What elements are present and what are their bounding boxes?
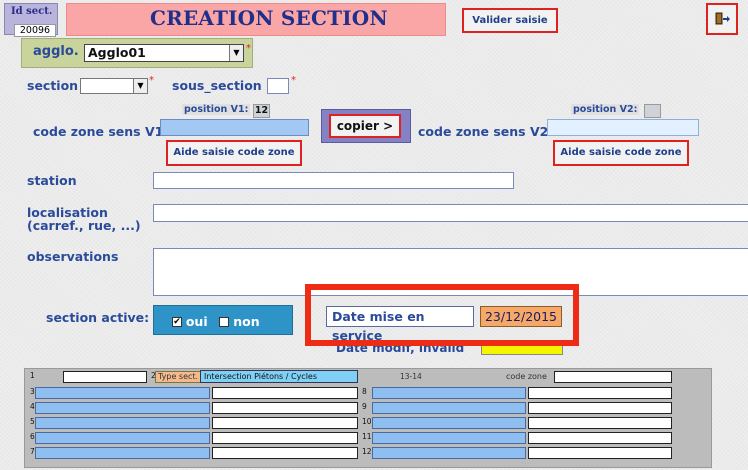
code-zone-v1-input[interactable] <box>160 119 309 136</box>
code-zone-v2-label: code zone sens V2 <box>418 124 549 139</box>
row-number: 8 <box>362 387 367 396</box>
row-white-input[interactable] <box>528 447 672 459</box>
agglo-required-mark: * <box>246 43 251 54</box>
position-v2-value <box>644 104 661 118</box>
code-zone-v2-input[interactable] <box>547 119 699 136</box>
position-v1-value: 12 <box>253 104 270 118</box>
agglo-select[interactable]: Agglo01 ▼ <box>84 44 244 62</box>
row-blue-input[interactable] <box>372 402 526 414</box>
row-blue-input[interactable] <box>35 417 210 429</box>
code-zone-label: code zone <box>506 372 547 381</box>
agglo-select-value: Agglo01 <box>88 45 146 60</box>
code-zone-input[interactable] <box>554 371 672 383</box>
row-blue-input[interactable] <box>35 432 210 444</box>
row-blue-input[interactable] <box>372 432 526 444</box>
copier-button[interactable]: copier > <box>329 114 401 138</box>
localisation-input[interactable] <box>153 204 748 222</box>
row-number: 9 <box>362 402 367 411</box>
range-label: 13-14 <box>400 372 422 381</box>
aide-saisie-v1-button[interactable]: Aide saisie code zone <box>166 140 302 166</box>
sous-section-label: sous_section <box>172 78 262 93</box>
row-blue-input[interactable] <box>35 402 210 414</box>
chevron-down-icon[interactable]: ▼ <box>229 45 243 61</box>
row-white-input[interactable] <box>212 387 358 399</box>
exit-door-icon <box>715 12 730 25</box>
row-white-input[interactable] <box>212 447 358 459</box>
section-required-mark: * <box>149 75 154 86</box>
row-number: 11 <box>362 432 372 441</box>
localisation-sublabel: (carref., rue, ...) <box>27 218 141 233</box>
row-blue-input[interactable] <box>35 387 210 399</box>
observations-label: observations <box>27 249 119 264</box>
field-1-input[interactable] <box>63 371 147 383</box>
exit-button[interactable] <box>706 3 738 35</box>
row-blue-input[interactable] <box>372 447 526 459</box>
row-number: 12 <box>362 447 372 456</box>
id-section-value: 20096 <box>14 24 56 37</box>
oui-label: oui <box>185 314 208 329</box>
type-sect-label: Type sect. <box>155 371 202 383</box>
row-white-input[interactable] <box>528 432 672 444</box>
section-active-panel: ✔ oui non <box>153 305 293 335</box>
aide-saisie-v2-button[interactable]: Aide saisie code zone <box>553 140 689 166</box>
section-select[interactable]: ▼ <box>80 78 148 94</box>
section-label: section <box>27 78 79 93</box>
row-white-input[interactable] <box>528 402 672 414</box>
row-number: 1 <box>30 371 35 380</box>
valider-saisie-button[interactable]: Valider saisie <box>462 8 558 33</box>
page-title: CREATION SECTION <box>150 6 388 30</box>
non-label: non <box>233 314 260 329</box>
row-white-input[interactable] <box>528 417 672 429</box>
row-white-input[interactable] <box>212 417 358 429</box>
agglo-label: agglo. <box>33 44 79 59</box>
row-blue-input[interactable] <box>372 387 526 399</box>
id-section-box: Id sect. 20096 <box>4 3 58 37</box>
row-white-input[interactable] <box>212 432 358 444</box>
id-section-label: Id sect. <box>11 6 53 17</box>
oui-checkbox[interactable]: ✔ <box>172 316 182 327</box>
position-v2-label: position V2: <box>571 104 640 115</box>
type-sect-select[interactable]: Intersection Piétons / Cycles <box>200 370 358 383</box>
sous-section-input[interactable] <box>267 78 289 94</box>
non-checkbox[interactable] <box>219 316 230 327</box>
row-white-input[interactable] <box>212 402 358 414</box>
row-white-input[interactable] <box>528 387 672 399</box>
sous-section-required-mark: * <box>291 75 296 86</box>
row-blue-input[interactable] <box>35 447 210 459</box>
station-input[interactable] <box>153 172 514 189</box>
position-v1-label: position V1: <box>182 104 251 115</box>
row-number: 10 <box>362 417 372 426</box>
row-blue-input[interactable] <box>372 417 526 429</box>
code-zone-v1-label: code zone sens V1 <box>33 124 164 139</box>
station-label: station <box>27 173 77 188</box>
highlight-frame <box>305 284 579 346</box>
chevron-down-icon[interactable]: ▼ <box>133 79 147 93</box>
section-active-label: section active: <box>46 310 150 325</box>
